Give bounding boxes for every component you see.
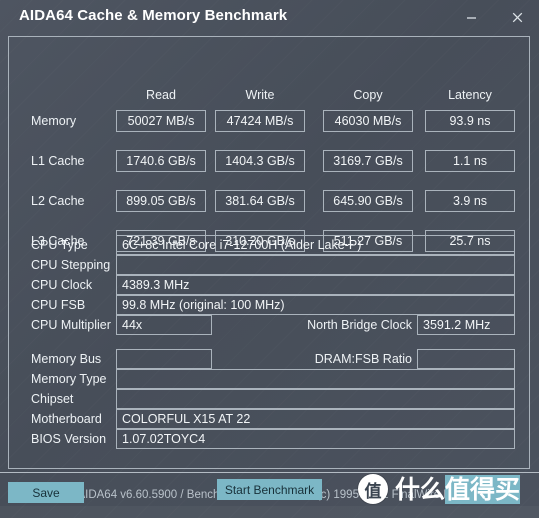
smzdm-watermark: 值 什么值得买 <box>358 474 521 504</box>
footer-divider <box>0 472 539 473</box>
minimize-icon <box>465 11 478 24</box>
watermark-text-highlight: 值得买 <box>445 474 521 504</box>
row-label-memory: Memory <box>31 114 77 128</box>
l1-latency-value: 1.1 ns <box>425 150 515 172</box>
main-panel: Read Write Copy Latency Memory 50027 MB/… <box>8 36 530 501</box>
chipset-value <box>116 389 515 409</box>
label-cpu-clock: CPU Clock <box>31 278 93 292</box>
l2-read-value: 899.05 GB/s <box>116 190 206 212</box>
memory-type-value <box>116 369 515 389</box>
l1-copy-value: 3169.7 GB/s <box>323 150 413 172</box>
start-benchmark-button-label: Start Benchmark <box>224 482 315 497</box>
close-button[interactable] <box>502 4 532 30</box>
row-label-l2-cache: L2 Cache <box>31 194 85 208</box>
memory-read-value: 50027 MB/s <box>116 110 206 132</box>
watermark-text: 什么值得买 <box>395 474 521 504</box>
memory-copy-value: 46030 MB/s <box>323 110 413 132</box>
cpu-type-value: 6C+8c Intel Core i7-12700H (Alder Lake-P… <box>116 235 515 255</box>
cpu-fsb-value: 99.8 MHz (original: 100 MHz) <box>116 295 515 315</box>
cpu-clock-value: 4389.3 MHz <box>116 275 515 295</box>
column-header-copy: Copy <box>353 88 383 102</box>
memory-write-value: 47424 MB/s <box>215 110 305 132</box>
label-dram-fsb-ratio: DRAM:FSB Ratio <box>314 352 412 366</box>
row-label-l1-cache: L1 Cache <box>31 154 85 168</box>
label-cpu-multiplier: CPU Multiplier <box>31 318 111 332</box>
save-button[interactable]: Save <box>8 482 84 503</box>
label-cpu-fsb: CPU FSB <box>31 298 86 312</box>
motherboard-value: COLORFUL X15 AT 22 <box>116 409 515 429</box>
label-cpu-type: CPU Type <box>31 238 88 252</box>
page-title: AIDA64 Cache & Memory Benchmark <box>19 7 288 24</box>
label-bios-version: BIOS Version <box>31 432 107 446</box>
l2-copy-value: 645.90 GB/s <box>323 190 413 212</box>
label-memory-type: Memory Type <box>31 372 107 386</box>
smzdm-logo-icon: 值 <box>358 474 388 504</box>
north-bridge-clock-value: 3591.2 MHz <box>417 315 515 335</box>
label-cpu-stepping: CPU Stepping <box>31 258 111 272</box>
label-motherboard: Motherboard <box>31 412 102 426</box>
l2-write-value: 381.64 GB/s <box>215 190 305 212</box>
minimize-button[interactable] <box>456 4 486 30</box>
aida64-benchmark-window: AIDA64 Cache & Memory Benchmark Read Wri… <box>0 0 539 518</box>
save-button-label: Save <box>32 485 60 500</box>
start-benchmark-button[interactable]: Start Benchmark <box>217 479 322 500</box>
bios-version-value: 1.07.02TOYC4 <box>116 429 515 449</box>
memory-bus-value <box>116 349 212 369</box>
title-bar: AIDA64 Cache & Memory Benchmark <box>0 0 539 35</box>
label-north-bridge-clock: North Bridge Clock <box>307 318 412 332</box>
dram-fsb-ratio-value <box>417 349 515 369</box>
cpu-stepping-value <box>116 255 515 275</box>
memory-latency-value: 93.9 ns <box>425 110 515 132</box>
status-bar <box>0 506 539 518</box>
l1-read-value: 1740.6 GB/s <box>116 150 206 172</box>
l1-write-value: 1404.3 GB/s <box>215 150 305 172</box>
column-header-latency: Latency <box>448 88 492 102</box>
cpu-multiplier-value: 44x <box>116 315 212 335</box>
label-memory-bus: Memory Bus <box>31 352 102 366</box>
watermark-text-plain: 什么 <box>395 474 446 504</box>
column-header-read: Read <box>146 88 176 102</box>
column-header-write: Write <box>245 88 275 102</box>
label-chipset: Chipset <box>31 392 74 406</box>
l2-latency-value: 3.9 ns <box>425 190 515 212</box>
close-icon <box>511 11 524 24</box>
